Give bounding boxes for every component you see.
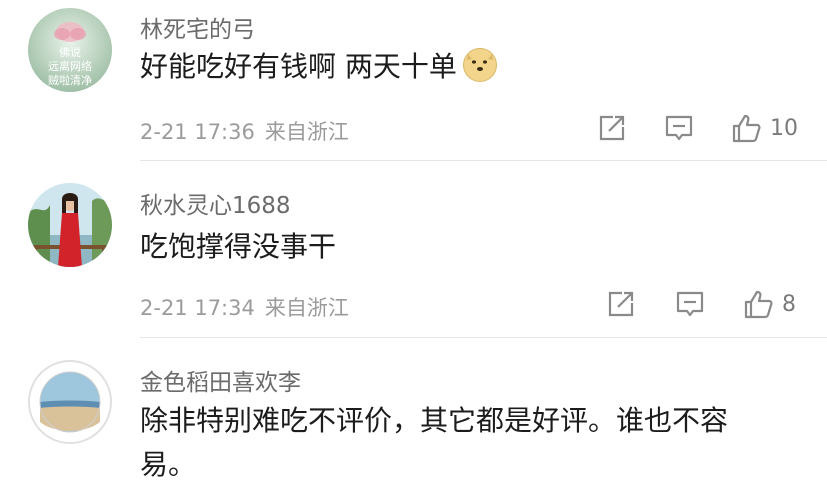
reply-icon	[665, 115, 693, 141]
thumbs-up-icon	[744, 290, 773, 319]
username[interactable]: 秋水灵心1688	[140, 186, 291, 220]
doge-emoji-icon	[462, 48, 497, 82]
like-button[interactable]: 8	[742, 288, 796, 320]
thumbs-up-icon	[732, 114, 761, 143]
divider	[140, 337, 827, 338]
username[interactable]: 金色稻田喜欢李	[140, 363, 301, 397]
comment-text-body: 好能吃好有钱啊 两天十单	[140, 50, 457, 83]
comment-text: 好能吃好有钱啊 两天十单	[140, 48, 497, 86]
share-icon	[608, 291, 634, 317]
username[interactable]: 林死宅的弓	[140, 10, 255, 44]
divider	[140, 160, 827, 161]
avatar[interactable]	[28, 183, 112, 267]
like-count: 8	[782, 291, 796, 317]
comment-meta: 2-21 17:34 来自浙江	[140, 292, 349, 322]
avatar-caption: 贼啦清净	[48, 73, 92, 87]
share-button[interactable]	[606, 289, 636, 319]
comment-text-line: 除非特别难吃不评价，其它都是好评。谁也不容	[140, 404, 729, 437]
reply-button[interactable]	[664, 113, 694, 143]
share-icon	[599, 115, 625, 141]
comment-text: 吃饱撑得没事干	[140, 230, 337, 263]
share-button[interactable]	[597, 113, 627, 143]
location: 来自浙江	[264, 296, 349, 320]
reply-icon	[676, 291, 704, 317]
comment-text-line: 易。	[140, 448, 197, 481]
reply-button[interactable]	[675, 289, 705, 319]
comment-meta: 2-21 17:36 来自浙江	[140, 116, 349, 146]
avatar[interactable]	[28, 360, 112, 444]
timestamp: 2-21 17:36	[140, 120, 255, 144]
location: 来自浙江	[264, 120, 349, 144]
like-count: 10	[770, 115, 798, 141]
like-button[interactable]: 10	[730, 112, 798, 144]
avatar-caption: 佛说	[59, 45, 81, 59]
avatar-caption: 远离网络	[48, 59, 92, 73]
timestamp: 2-21 17:34	[140, 296, 255, 320]
avatar[interactable]: 佛说 远离网络 贼啦清净	[28, 8, 112, 92]
